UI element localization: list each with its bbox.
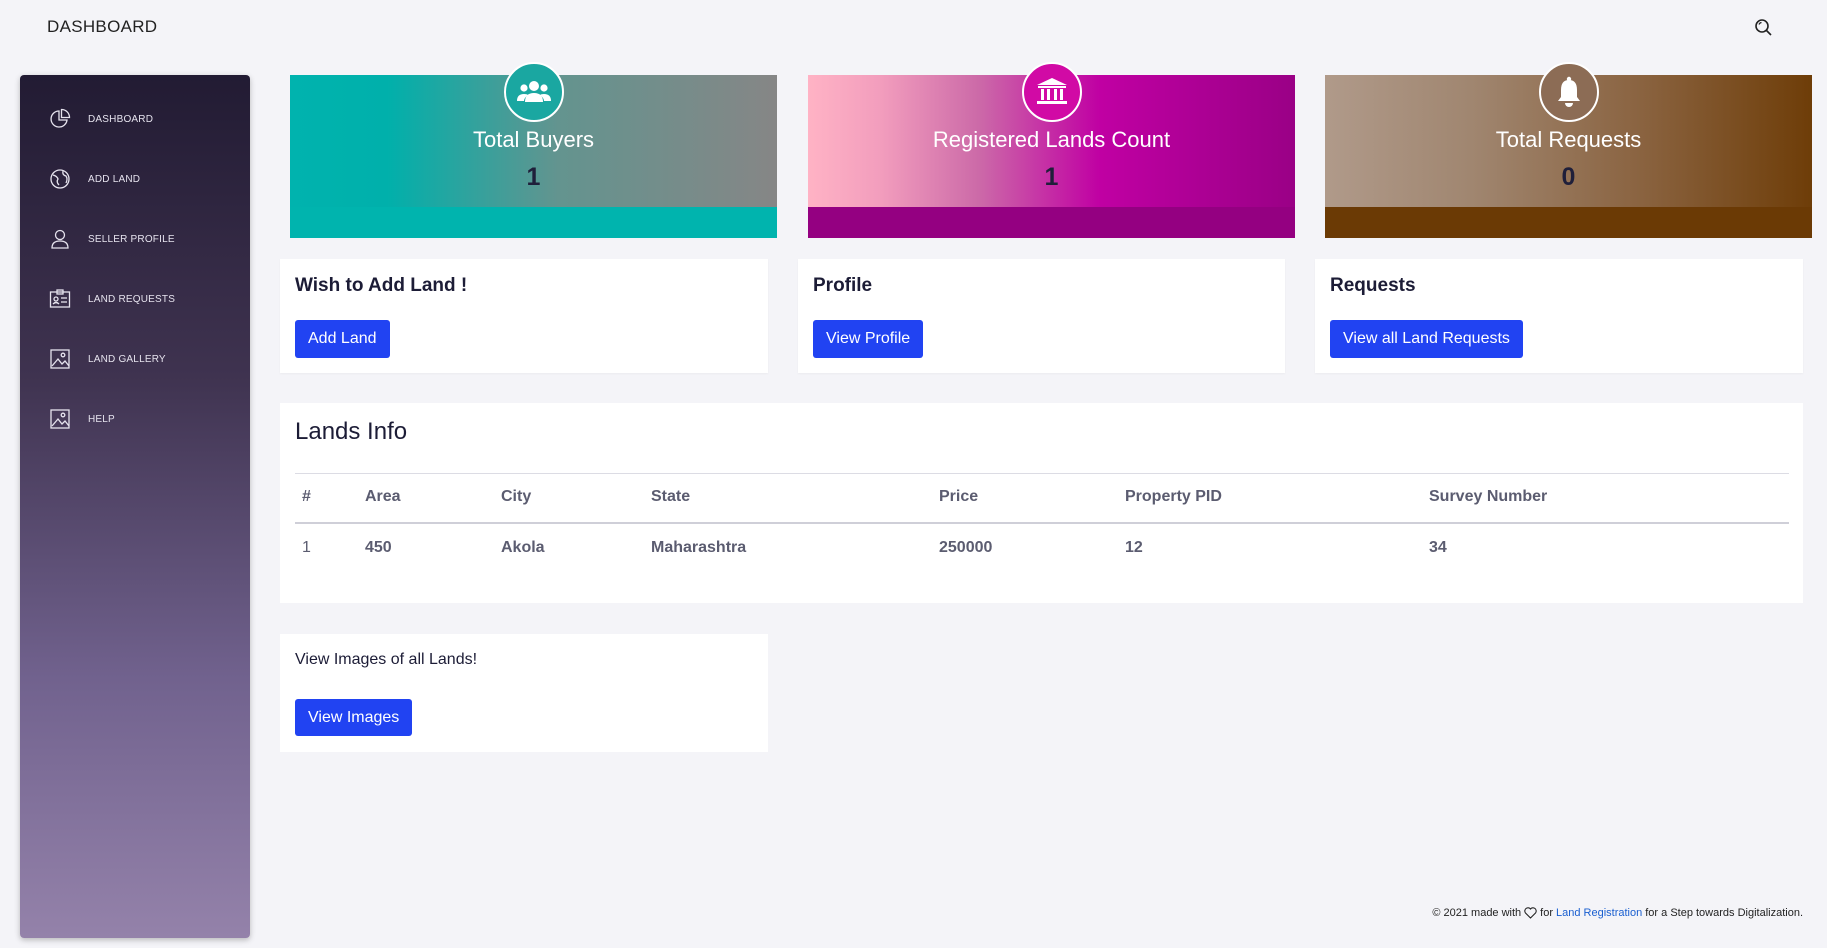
bell-icon bbox=[1538, 62, 1599, 122]
registered-lands-card: Registered Lands Count 1 bbox=[808, 62, 1295, 238]
profile-card: Profile View Profile bbox=[798, 259, 1285, 373]
view-profile-button[interactable]: View Profile bbox=[813, 320, 924, 358]
add-land-card: Wish to Add Land ! Add Land bbox=[280, 259, 768, 373]
lands-info-card: Lands Info # Area City State Price Prope… bbox=[280, 403, 1803, 603]
footer-suffix: for a Step towards Digitalization. bbox=[1645, 907, 1803, 919]
view-images-card: View Images of all Lands! View Images bbox=[280, 634, 768, 752]
table-cell: Akola bbox=[501, 539, 545, 556]
sidebar-item-label: LAND REQUESTS bbox=[88, 293, 176, 305]
sidebar-item-label: ADD LAND bbox=[88, 173, 141, 185]
search-icon[interactable] bbox=[1752, 16, 1774, 38]
table-divider bbox=[295, 473, 1789, 474]
view-land-requests-button[interactable]: View all Land Requests bbox=[1330, 320, 1523, 358]
table-cell: 450 bbox=[365, 539, 392, 556]
column-header: State bbox=[651, 488, 691, 505]
footer-middle: for bbox=[1540, 907, 1554, 919]
sidebar-item-help[interactable]: HELP bbox=[48, 404, 238, 434]
sidebar-item-label: LAND GALLERY bbox=[88, 353, 166, 365]
footer-prefix: © 2021 made with bbox=[1432, 907, 1522, 919]
stat-value: 1 bbox=[1044, 163, 1059, 191]
table-divider bbox=[295, 522, 1789, 524]
sidebar-item-seller-profile[interactable]: SELLER PROFILE bbox=[48, 224, 238, 254]
user-icon bbox=[48, 227, 72, 251]
image-icon bbox=[48, 347, 72, 371]
image-icon bbox=[48, 407, 72, 431]
column-header: Price bbox=[939, 488, 979, 505]
card-band bbox=[1325, 207, 1812, 238]
card-title: Requests bbox=[1330, 275, 1416, 296]
heart-icon bbox=[1524, 907, 1537, 919]
top-bar: DASHBOARD bbox=[0, 0, 1827, 55]
globe-icon bbox=[48, 167, 72, 191]
sidebar-item-label: HELP bbox=[88, 413, 115, 425]
table-cell: 34 bbox=[1429, 539, 1447, 556]
column-header: # bbox=[302, 488, 311, 505]
sidebar-item-label: SELLER PROFILE bbox=[88, 233, 175, 245]
add-land-button[interactable]: Add Land bbox=[295, 320, 390, 358]
stat-title: Registered Lands Count bbox=[932, 127, 1171, 152]
card-title: Wish to Add Land ! bbox=[295, 275, 468, 296]
sidebar: DASHBOARD ADD LAND SELLER PROFILE LAND R… bbox=[20, 75, 250, 938]
stat-value: 1 bbox=[526, 163, 541, 191]
id-card-icon bbox=[48, 287, 72, 311]
table-cell: 250000 bbox=[939, 539, 993, 556]
users-icon bbox=[503, 62, 564, 122]
column-header: Property PID bbox=[1125, 488, 1222, 505]
sidebar-item-dashboard[interactable]: DASHBOARD bbox=[48, 104, 238, 134]
view-images-button[interactable]: View Images bbox=[295, 699, 413, 736]
table-cell: 1 bbox=[302, 539, 311, 556]
bank-icon bbox=[1021, 62, 1082, 122]
card-band bbox=[808, 207, 1295, 238]
sidebar-item-add-land[interactable]: ADD LAND bbox=[48, 164, 238, 194]
footer-link[interactable]: Land Registration bbox=[1556, 907, 1642, 919]
sidebar-item-land-gallery[interactable]: LAND GALLERY bbox=[48, 344, 238, 374]
page-title: DASHBOARD bbox=[47, 17, 158, 36]
sidebar-item-label: DASHBOARD bbox=[88, 113, 154, 125]
total-requests-card: Total Requests 0 bbox=[1325, 62, 1812, 238]
column-header: City bbox=[501, 488, 532, 505]
stat-title: Total Buyers bbox=[472, 127, 595, 152]
stat-title: Total Requests bbox=[1495, 127, 1642, 152]
card-title: Profile bbox=[813, 275, 873, 296]
card-text: View Images of all Lands! bbox=[295, 651, 478, 668]
sidebar-item-land-requests[interactable]: LAND REQUESTS bbox=[48, 284, 238, 314]
section-title: Lands Info bbox=[295, 418, 408, 445]
column-header: Area bbox=[365, 488, 401, 505]
table-cell: 12 bbox=[1125, 539, 1143, 556]
pie-chart-icon bbox=[48, 107, 72, 131]
card-band bbox=[290, 207, 777, 238]
footer: © 2021 made with for Land Registration f… bbox=[1432, 907, 1803, 919]
column-header: Survey Number bbox=[1429, 488, 1548, 505]
table-cell: Maharashtra bbox=[651, 539, 747, 556]
requests-card: Requests View all Land Requests bbox=[1315, 259, 1803, 373]
stat-value: 0 bbox=[1561, 163, 1576, 191]
total-buyers-card: Total Buyers 1 bbox=[290, 62, 777, 238]
